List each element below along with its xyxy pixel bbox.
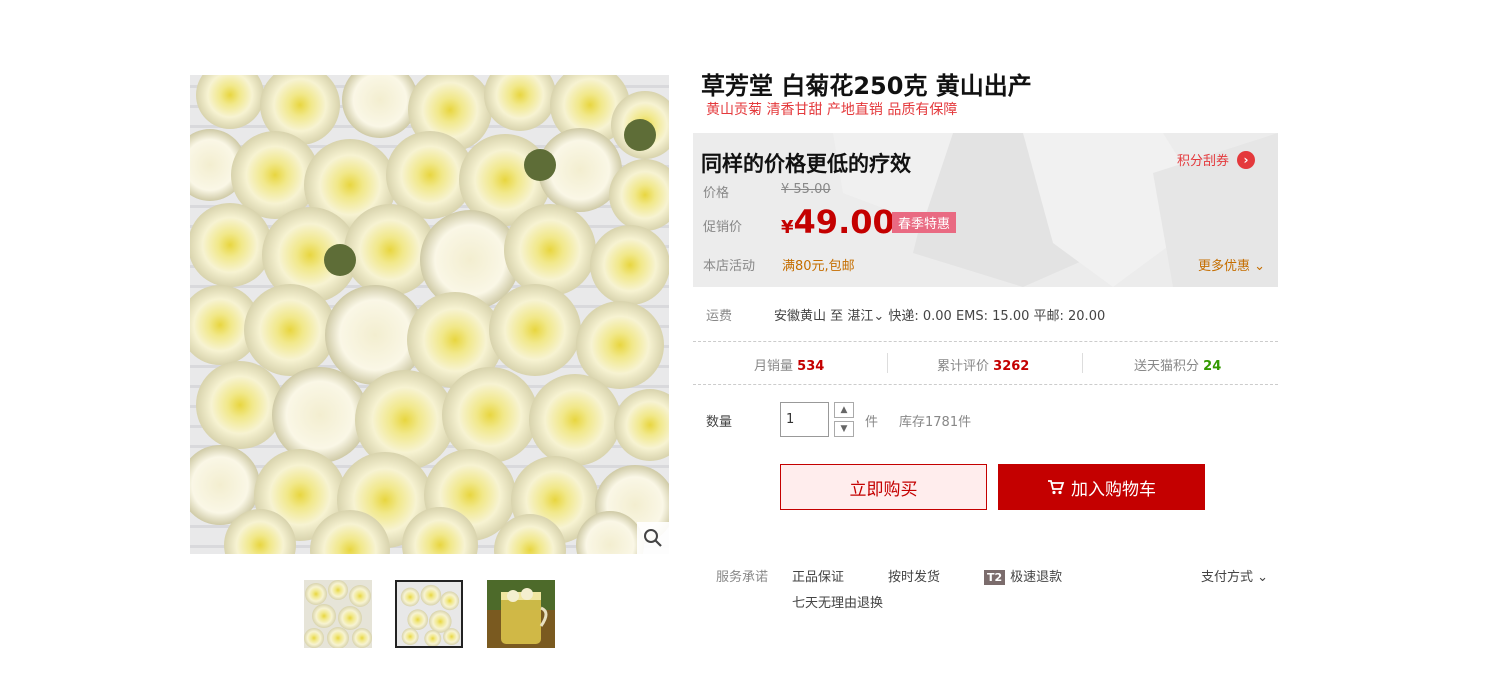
shipping-fees: 快递: 0.00 EMS: 15.00 平邮: 20.00 xyxy=(888,309,1106,324)
shipping-destination-select[interactable]: 湛江⌄ xyxy=(847,309,884,324)
promo-price-label: 促销价 xyxy=(703,220,743,235)
quantity-unit: 件 xyxy=(865,415,879,430)
service-fast-refund[interactable]: T2 极速退款 xyxy=(984,566,1062,585)
service-genuine[interactable]: 正品保证 xyxy=(792,566,844,585)
price-label: 价格 xyxy=(703,186,730,201)
service-promise-label: 服务承诺 xyxy=(716,570,769,585)
buy-now-label: 立即购买 xyxy=(849,479,918,500)
coupon-link[interactable]: 积分刮券 › xyxy=(1177,150,1256,169)
thumbnail-2[interactable] xyxy=(395,580,463,648)
product-subtitle: 黄山贡菊 清香甘甜 产地直销 品质有保障 xyxy=(706,102,958,118)
fast-refund-label: 极速退款 xyxy=(1010,570,1063,585)
tmall-points-label: 送天猫积分 xyxy=(1134,359,1200,374)
monthly-sales: 月销量 534 xyxy=(754,355,824,374)
buy-now-button[interactable]: 立即购买 xyxy=(780,464,987,510)
quantity-increase-button[interactable]: ▲ xyxy=(834,402,854,418)
sales-stats: 月销量 534 累计评价 3262 送天猫积分 24 xyxy=(693,341,1278,385)
thumbnail-3[interactable] xyxy=(487,580,555,648)
flower-shape xyxy=(489,284,581,376)
monthly-sales-value: 534 xyxy=(797,359,825,374)
promo-price-amount: 49.00 xyxy=(793,203,895,241)
shipping-origin: 安徽黄山 xyxy=(774,309,827,324)
stock-count: 库存1781件 xyxy=(899,415,972,430)
shipping-destination: 湛江 xyxy=(847,309,874,324)
flower-shape xyxy=(529,374,621,466)
flower-shape xyxy=(190,203,272,287)
coupon-label: 积分刮券 xyxy=(1177,154,1230,169)
cart-icon xyxy=(1048,480,1065,495)
flower-shape xyxy=(244,284,336,376)
shipping-label: 运费 xyxy=(706,309,733,324)
flower-shape xyxy=(442,367,538,463)
payment-methods-label: 支付方式 xyxy=(1201,570,1254,585)
original-price: ¥ 55.00 xyxy=(781,182,831,197)
currency-symbol: ¥ xyxy=(781,217,794,238)
quantity-input[interactable] xyxy=(780,402,829,437)
shipping-to: 至 xyxy=(830,309,844,324)
review-count-label: 累计评价 xyxy=(937,359,990,374)
promo-price: ¥49.00 xyxy=(781,203,895,241)
thumbnail-1[interactable] xyxy=(304,580,372,648)
tmall-points: 送天猫积分 24 xyxy=(1134,355,1221,374)
flower-bud-shape xyxy=(524,149,556,181)
main-product-image xyxy=(190,75,669,554)
magnifier-icon xyxy=(644,529,662,547)
shipping-info: 安徽黄山 至 湛江⌄ 快递: 0.00 EMS: 15.00 平邮: 20.00 xyxy=(774,305,1105,324)
activity-label: 本店活动 xyxy=(703,259,756,274)
add-to-cart-label: 加入购物车 xyxy=(1071,479,1156,500)
season-promo-tag: 春季特惠 xyxy=(892,212,957,233)
price-slogan: 同样的价格更低的疗效 xyxy=(701,152,911,176)
flower-shape xyxy=(576,301,664,389)
chevron-down-icon: ⌄ xyxy=(873,309,885,324)
stat-divider xyxy=(1082,353,1083,373)
flower-bud-shape xyxy=(324,244,356,276)
price-panel: 同样的价格更低的疗效 积分刮券 › 价格 ¥ 55.00 促销价 ¥49.00 … xyxy=(693,133,1278,287)
more-discounts-label: 更多优惠 xyxy=(1198,259,1251,274)
flower-shape xyxy=(196,361,284,449)
flower-shape xyxy=(590,225,669,305)
flower-shape xyxy=(504,204,596,296)
stat-divider xyxy=(887,353,888,373)
chevron-down-icon: ⌄ xyxy=(1253,570,1269,585)
more-discounts-link[interactable]: 更多优惠 ⌄ xyxy=(1198,255,1265,274)
payment-methods-dropdown[interactable]: 支付方式 ⌄ xyxy=(1201,566,1268,585)
service-on-time-shipping[interactable]: 按时发货 xyxy=(888,566,940,585)
zoom-button[interactable] xyxy=(637,522,669,554)
flower-bud-shape xyxy=(624,119,656,151)
chevron-right-icon: › xyxy=(1237,150,1256,169)
quantity-decrease-button[interactable]: ▼ xyxy=(834,421,854,437)
product-title: 草芳堂 白菊花250克 黄山出产 xyxy=(701,72,1032,100)
monthly-sales-label: 月销量 xyxy=(754,359,794,374)
tmall-points-value: 24 xyxy=(1203,359,1222,374)
review-count[interactable]: 累计评价 3262 xyxy=(937,355,1029,374)
service-7day-return[interactable]: 七天无理由退换 xyxy=(792,592,883,611)
quantity-label: 数量 xyxy=(706,415,733,430)
add-to-cart-button[interactable]: 加入购物车 xyxy=(998,464,1205,510)
flower-shape xyxy=(272,367,368,463)
review-count-value: 3262 xyxy=(993,359,1030,374)
chevron-down-icon: ⌄ xyxy=(1250,259,1266,274)
t2-badge-icon: T2 xyxy=(984,570,1006,585)
activity-text: 满80元,包邮 xyxy=(782,259,855,274)
